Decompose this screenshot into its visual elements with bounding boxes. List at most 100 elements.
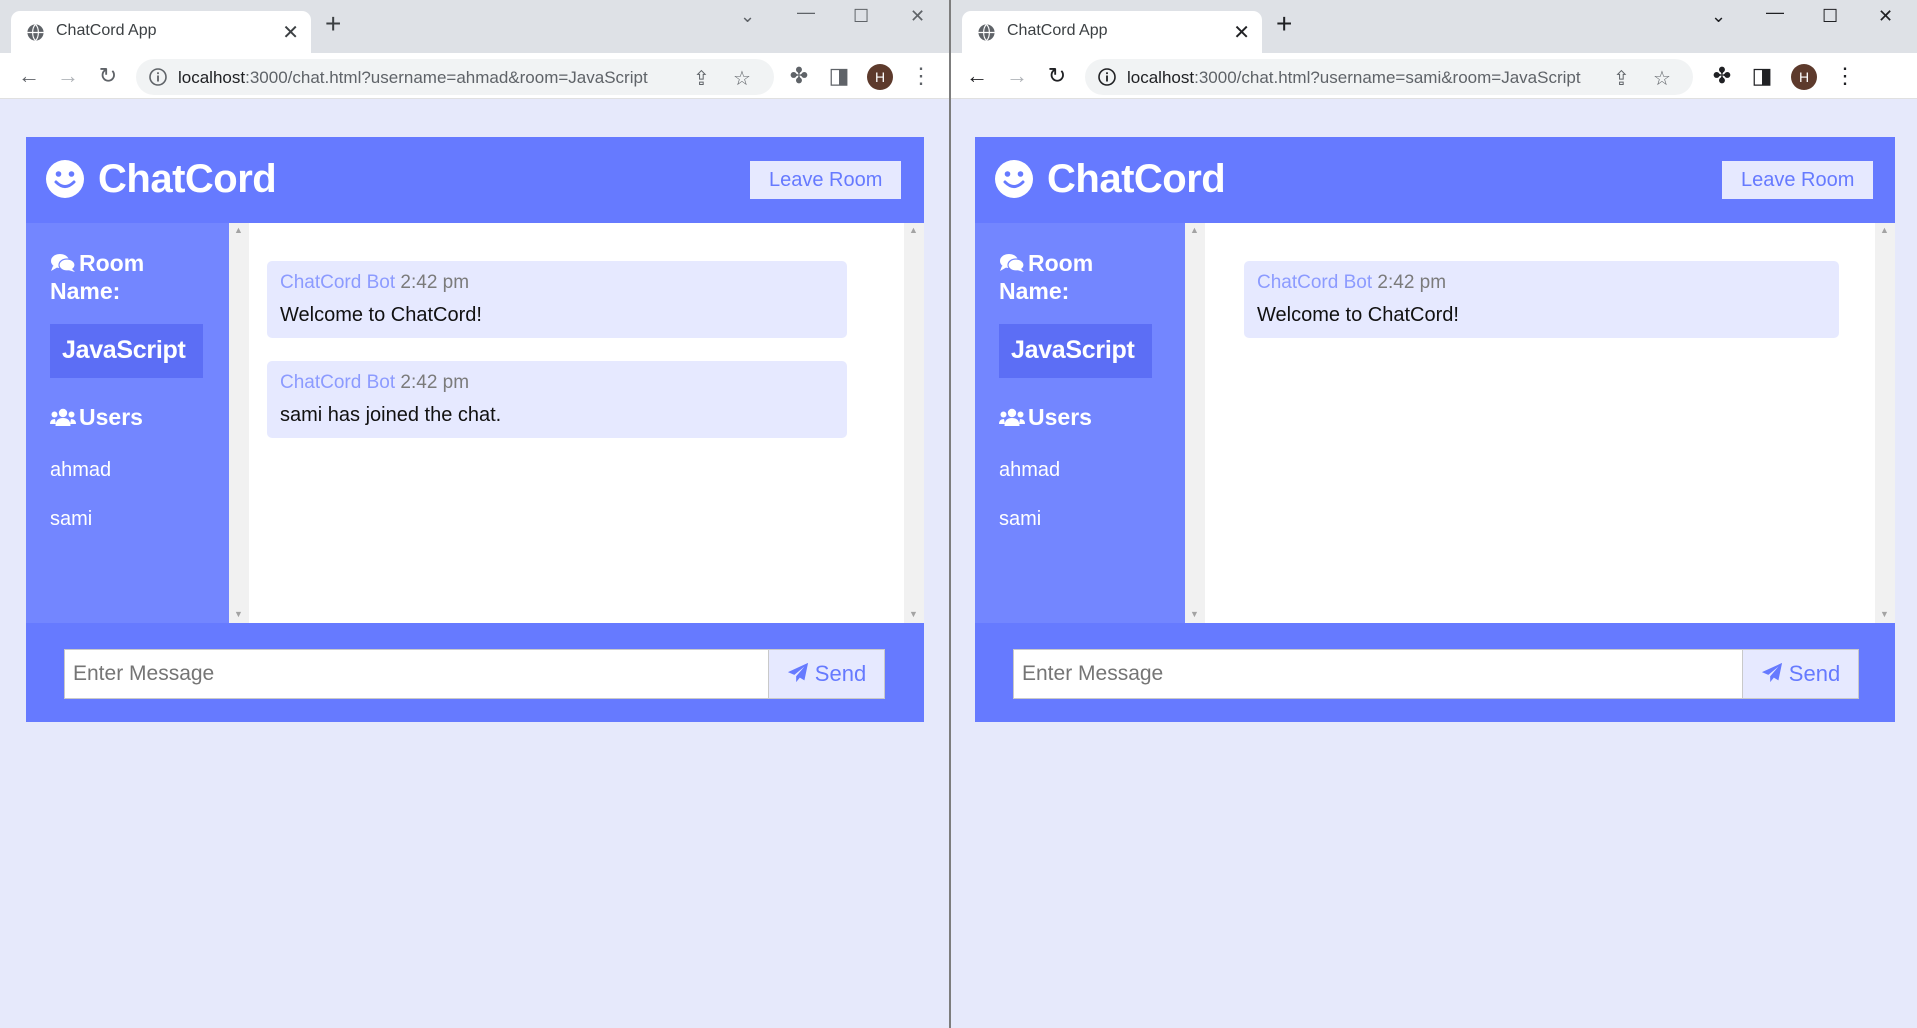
globe-icon xyxy=(27,23,44,42)
messages-scrollbar[interactable]: ▲ ▼ xyxy=(904,223,924,623)
sidebar-scrollbar[interactable]: ▲ ▼ xyxy=(1185,223,1205,623)
back-icon[interactable]: ← xyxy=(16,63,42,89)
comments-icon xyxy=(1000,254,1025,272)
url-text: localhost:3000/chat.html?username=sami&r… xyxy=(1127,68,1581,87)
message-text: Welcome to ChatCord! xyxy=(1257,304,1459,326)
profile-avatar[interactable]: H xyxy=(1791,64,1817,90)
minimize-icon[interactable]: — xyxy=(1766,2,1784,23)
tab-search-icon[interactable]: ⌄ xyxy=(740,6,755,27)
maximize-icon[interactable]: ☐ xyxy=(853,6,869,27)
share-icon[interactable]: ⇪ xyxy=(1613,66,1630,91)
forward-icon[interactable]: → xyxy=(55,63,81,89)
chat-container: ChatCord Leave Room Room Name: JavaScrip… xyxy=(26,137,924,722)
side-panel-icon[interactable]: ◨ xyxy=(1749,63,1775,89)
back-icon[interactable]: ← xyxy=(964,63,990,89)
site-info-icon[interactable] xyxy=(1097,67,1117,87)
chat-main: Room Name: JavaScript Users ahmad sami ▲… xyxy=(26,223,924,623)
extensions-icon[interactable]: ✤ xyxy=(1709,63,1735,89)
room-heading: Room Name: xyxy=(999,250,1094,304)
message-meta: ChatCord Bot 2:42 pm xyxy=(1257,272,1447,293)
scroll-up-icon[interactable]: ▲ xyxy=(1880,225,1889,235)
tab-title: ChatCord App xyxy=(1007,22,1108,39)
scroll-down-icon[interactable]: ▼ xyxy=(1880,609,1889,619)
user-list-item: sami xyxy=(50,508,93,530)
user-list-item: ahmad xyxy=(50,459,112,481)
chat-messages[interactable]: ▲ ▼ ▲ ▼ ChatCord Bot 2:42 pm Welcome to … xyxy=(1185,223,1895,623)
message: ChatCord Bot 2:42 pm Welcome to ChatCord… xyxy=(267,261,847,338)
close-tab-icon[interactable]: ✕ xyxy=(1233,20,1250,45)
extensions-icon[interactable]: ✤ xyxy=(786,63,812,89)
reload-icon[interactable]: ↻ xyxy=(95,63,121,89)
desktop: ChatCord App ✕ + ⌄ — ☐ ✕ ← → ↻ localhost… xyxy=(0,0,1917,1028)
tab-strip: ChatCord App ✕ + ⌄ — ☐ ✕ xyxy=(0,0,949,53)
browser-window-sami: ChatCord App ✕ + ⌄ — ☐ ✕ ← → ↻ localhost… xyxy=(951,0,1917,1028)
messages-scrollbar[interactable]: ▲ ▼ xyxy=(1875,223,1895,623)
scroll-up-icon[interactable]: ▲ xyxy=(234,225,243,235)
chat-sidebar: Room Name: JavaScript Users ahmad sami xyxy=(975,223,1185,623)
scroll-down-icon[interactable]: ▼ xyxy=(1190,609,1199,619)
message-text: Welcome to ChatCord! xyxy=(280,304,482,326)
leave-room-button[interactable]: Leave Room xyxy=(750,161,902,199)
scroll-up-icon[interactable]: ▲ xyxy=(1190,225,1199,235)
globe-icon xyxy=(978,23,995,42)
paper-plane-icon xyxy=(1761,662,1782,683)
room-name: JavaScript xyxy=(50,324,203,378)
send-button[interactable]: Send xyxy=(1743,649,1859,699)
menu-kebab-icon[interactable]: ⋮ xyxy=(1832,63,1858,89)
leave-room-button[interactable]: Leave Room xyxy=(1722,161,1874,199)
sidebar-scrollbar[interactable]: ▲ ▼ xyxy=(229,223,249,623)
message: ChatCord Bot 2:42 pm Welcome to ChatCord… xyxy=(1244,261,1839,338)
browser-toolbar: ← → ↻ localhost:3000/chat.html?username=… xyxy=(0,53,949,99)
room-heading: Room Name: xyxy=(50,250,145,304)
message-input[interactable] xyxy=(1013,649,1743,699)
tab-strip: ChatCord App ✕ + ⌄ — ☐ ✕ xyxy=(951,0,1917,53)
new-tab-icon[interactable]: + xyxy=(325,10,341,38)
share-icon[interactable]: ⇪ xyxy=(693,66,710,91)
users-heading: Users xyxy=(50,403,143,431)
address-bar[interactable]: localhost:3000/chat.html?username=sami&r… xyxy=(1085,59,1693,95)
smile-icon xyxy=(46,160,84,198)
tab-chatcord-app[interactable]: ChatCord App ✕ xyxy=(11,11,311,53)
scroll-down-icon[interactable]: ▼ xyxy=(909,609,918,619)
chat-form: Send xyxy=(26,623,924,722)
close-window-icon[interactable]: ✕ xyxy=(1878,6,1893,27)
chat-container: ChatCord Leave Room Room Name: JavaScrip… xyxy=(975,137,1895,722)
close-window-icon[interactable]: ✕ xyxy=(910,6,925,27)
bookmark-star-icon[interactable]: ☆ xyxy=(733,66,751,91)
maximize-icon[interactable]: ☐ xyxy=(1822,6,1838,27)
address-bar[interactable]: localhost:3000/chat.html?username=ahmad&… xyxy=(136,59,774,95)
message-input[interactable] xyxy=(64,649,769,699)
chat-page: ChatCord Leave Room Room Name: JavaScrip… xyxy=(0,99,949,1028)
user-list-item: ahmad xyxy=(999,459,1061,481)
profile-avatar[interactable]: H xyxy=(867,64,893,90)
room-name: JavaScript xyxy=(999,324,1152,378)
tab-title: ChatCord App xyxy=(56,22,157,39)
reload-icon[interactable]: ↻ xyxy=(1044,63,1070,89)
message-meta: ChatCord Bot 2:42 pm xyxy=(280,272,470,293)
menu-kebab-icon[interactable]: ⋮ xyxy=(908,63,934,89)
chat-form: Send xyxy=(975,623,1895,722)
brand-title: ChatCord xyxy=(1047,157,1226,201)
users-heading: Users xyxy=(999,403,1092,431)
site-info-icon[interactable] xyxy=(148,67,168,87)
bookmark-star-icon[interactable]: ☆ xyxy=(1653,66,1671,91)
tab-chatcord-app[interactable]: ChatCord App ✕ xyxy=(962,11,1262,53)
minimize-icon[interactable]: — xyxy=(797,2,815,23)
scroll-down-icon[interactable]: ▼ xyxy=(234,609,243,619)
chat-main: Room Name: JavaScript Users ahmad sami ▲… xyxy=(975,223,1895,623)
message-text: sami has joined the chat. xyxy=(280,404,502,426)
browser-window-ahmad: ChatCord App ✕ + ⌄ — ☐ ✕ ← → ↻ localhost… xyxy=(0,0,949,1028)
users-icon xyxy=(999,408,1025,426)
side-panel-icon[interactable]: ◨ xyxy=(826,63,852,89)
close-tab-icon[interactable]: ✕ xyxy=(282,20,299,45)
scroll-up-icon[interactable]: ▲ xyxy=(909,225,918,235)
users-icon xyxy=(50,408,76,426)
url-text: localhost:3000/chat.html?username=ahmad&… xyxy=(178,68,648,87)
message: ChatCord Bot 2:42 pm sami has joined the… xyxy=(267,361,847,438)
send-button[interactable]: Send xyxy=(769,649,885,699)
chat-messages[interactable]: ▲ ▼ ▲ ▼ ChatCord Bot 2:42 pm Welcome to … xyxy=(229,223,924,623)
chat-sidebar: Room Name: JavaScript Users ahmad sami xyxy=(26,223,229,623)
new-tab-icon[interactable]: + xyxy=(1276,10,1292,38)
tab-search-icon[interactable]: ⌄ xyxy=(1711,6,1726,27)
forward-icon[interactable]: → xyxy=(1004,63,1030,89)
